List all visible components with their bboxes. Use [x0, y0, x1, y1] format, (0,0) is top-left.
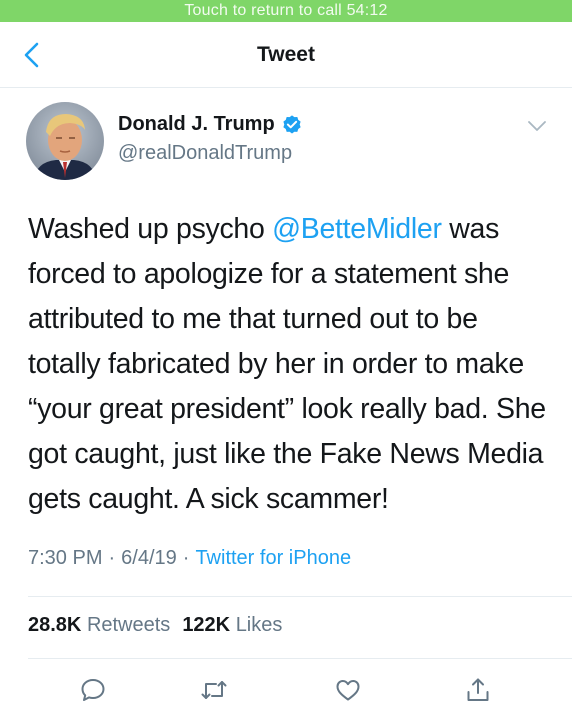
tweet-date: 6/4/19 [121, 547, 177, 569]
likes-stat[interactable]: 122K Likes [182, 614, 282, 637]
tweet-source-link[interactable]: Twitter for iPhone [195, 547, 351, 570]
retweets-stat[interactable]: 28.8K Retweets [28, 614, 170, 637]
mention-link[interactable]: @BetteMidler [272, 213, 442, 245]
return-to-call-banner[interactable]: Touch to return to call 54:12 [0, 0, 572, 22]
tweet-meta: 7:30 PM · 6/4/19 · Twitter for iPhone [28, 547, 351, 570]
tweet-text-start: Washed up psycho [28, 213, 273, 245]
retweets-count: 28.8K [28, 614, 82, 636]
divider [28, 658, 572, 659]
likes-count: 122K [182, 614, 231, 636]
share-icon[interactable] [464, 676, 492, 704]
navigation-bar: Tweet [0, 22, 572, 88]
tweet-action-bar [0, 668, 572, 710]
tweet-stats: 28.8K Retweets 122K Likes [28, 614, 282, 637]
like-icon[interactable] [334, 676, 362, 704]
divider [28, 596, 572, 597]
likes-label: Likes [235, 614, 283, 636]
author-name-text: Donald J. Trump [118, 113, 275, 135]
retweets-label: Retweets [86, 614, 171, 636]
verified-badge-icon [283, 114, 301, 134]
page-title: Tweet [257, 42, 315, 66]
author-name[interactable]: Donald J. Trump [118, 113, 303, 136]
tweet-time: 7:30 PM [28, 547, 103, 569]
back-chevron-icon[interactable] [18, 40, 48, 70]
call-banner-text: Touch to return to call 54:12 [184, 2, 388, 19]
meta-separator: · [182, 547, 190, 569]
avatar[interactable] [26, 102, 104, 180]
retweet-icon[interactable] [200, 676, 228, 704]
author-handle[interactable]: @realDonaldTrump [118, 142, 292, 165]
tweet-text: Washed up psycho @BetteMidler was forced… [28, 207, 550, 522]
reply-icon[interactable] [79, 676, 107, 704]
tweet-text-rest: was forced to apologize for a statement … [28, 213, 546, 515]
meta-separator: · [108, 547, 116, 569]
chevron-down-icon[interactable] [526, 118, 548, 134]
